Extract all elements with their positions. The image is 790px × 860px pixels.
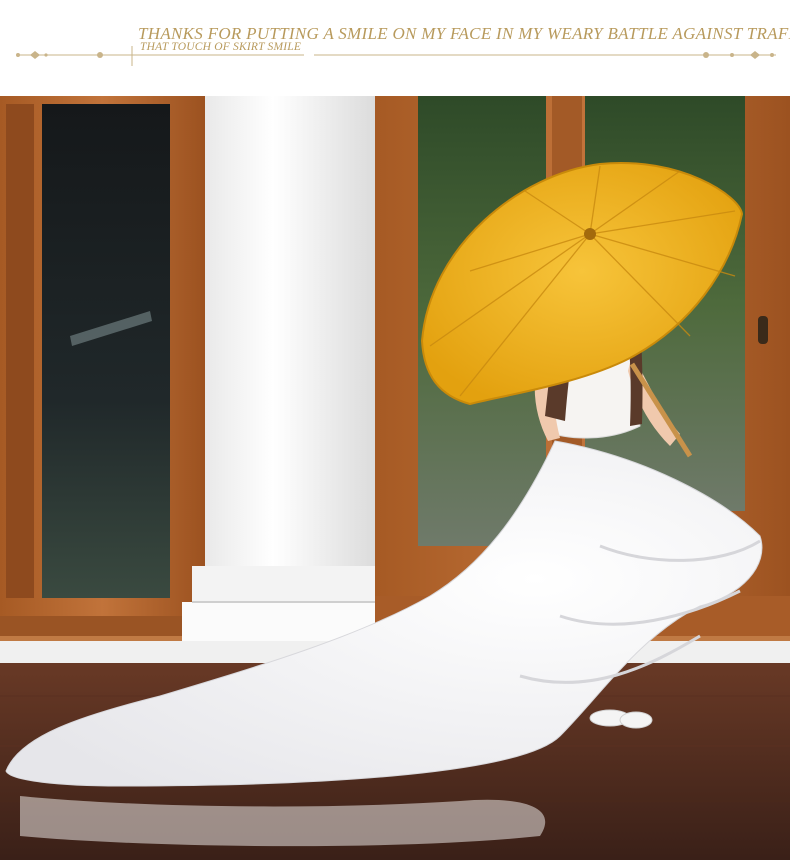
header-banner: THANKS FOR PUTTING A SMILE ON MY FACE IN… <box>0 0 790 96</box>
white-pillar <box>182 96 398 662</box>
product-photo <box>0 96 790 860</box>
shoe-right <box>619 711 653 729</box>
subline-text: THAT TOUCH OF SKIRT SMILE <box>140 41 302 53</box>
ornament-divider-right <box>314 51 776 59</box>
left-door <box>0 96 205 636</box>
photo-scene <box>0 96 790 860</box>
